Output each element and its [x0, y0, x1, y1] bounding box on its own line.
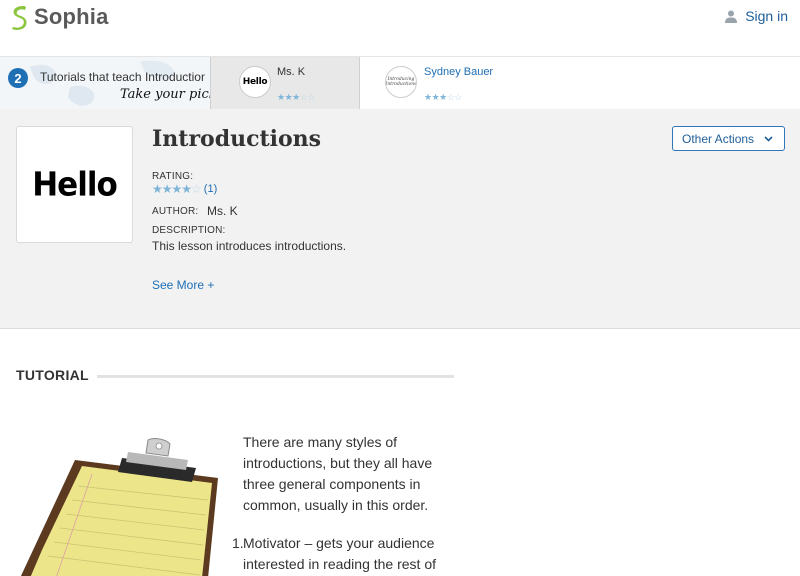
tutorial-author: Sydney Bauer: [424, 66, 494, 78]
lesson-rating-stars: ★★★★ ☆ (1): [152, 182, 217, 196]
tutorial-option-sydney-bauer[interactable]: Introducing Introductions Sydney Bauer ★…: [360, 57, 800, 109]
tutorial-intro-paragraph: There are many styles of introductions, …: [243, 434, 433, 513]
strip-title: Tutorials that teach Introductions: [40, 70, 205, 84]
take-your-pick: Take your pick:: [120, 87, 210, 102]
section-divider: [97, 375, 454, 378]
other-actions-button[interactable]: Other Actions: [672, 126, 785, 151]
list-item-text: Motivator – gets your audience intereste…: [243, 535, 437, 572]
clipboard-image: [20, 438, 218, 576]
other-actions-label: Other Actions: [682, 131, 755, 146]
logo-text: Sophia: [34, 4, 109, 29]
rating-label: RATING:: [152, 171, 194, 182]
thumbnail-text: Introducing Introductions: [385, 76, 417, 87]
list-number: 1.: [232, 535, 244, 551]
stars-filled: ★★★★: [152, 182, 192, 196]
stars-empty: ☆: [191, 182, 202, 196]
site-header: Sophia Sign in: [0, 0, 800, 57]
see-more-link[interactable]: See More +: [152, 278, 214, 292]
page-title: Introductions: [152, 126, 322, 152]
tutorial-author: Ms. K: [277, 66, 306, 78]
stars-empty: ☆☆: [446, 92, 463, 102]
tutorial-count-badge: 2: [8, 68, 28, 88]
tutorial-option-ms-k[interactable]: Hello Ms. K ★★★☆☆: [210, 57, 360, 109]
tutorial-rating-stars: ★★★☆☆: [277, 92, 315, 103]
lesson-thumbnail-text: Hello: [32, 165, 118, 204]
stars-empty: ☆☆: [299, 92, 316, 102]
lesson-description: This lesson introduces introductions.: [152, 239, 347, 253]
user-icon: [725, 10, 738, 23]
sophia-logo-icon: [12, 6, 27, 30]
tutorials-strip: 2 Tutorials that teach Introductions Tak…: [0, 57, 800, 109]
stars-filled: ★★★: [277, 92, 300, 102]
tutorial-heading: TUTORIAL: [16, 367, 89, 383]
thumbnail-text: Hello: [242, 77, 268, 87]
author-name: Ms. K: [207, 204, 238, 218]
sophia-logo[interactable]: Sophia: [10, 3, 109, 31]
sign-in-label: Sign in: [745, 8, 788, 24]
lesson-info-panel: Hello Introductions Other Actions RATING…: [0, 109, 800, 329]
rating-count[interactable]: (1): [204, 183, 217, 195]
description-label: DESCRIPTION:: [152, 225, 226, 236]
tutorial-thumbnail: Hello: [239, 66, 271, 98]
tutorial-thumbnail: Introducing Introductions: [385, 66, 417, 98]
tutorials-strip-intro: 2 Tutorials that teach Introductions Tak…: [0, 57, 210, 109]
author-label: AUTHOR:: [152, 206, 199, 217]
stars-filled: ★★★: [424, 92, 447, 102]
lesson-thumbnail: Hello: [16, 126, 133, 243]
sign-in-link[interactable]: Sign in: [725, 8, 788, 24]
chevron-down-icon: [764, 135, 773, 142]
tutorial-rating-stars: ★★★☆☆: [424, 92, 462, 103]
